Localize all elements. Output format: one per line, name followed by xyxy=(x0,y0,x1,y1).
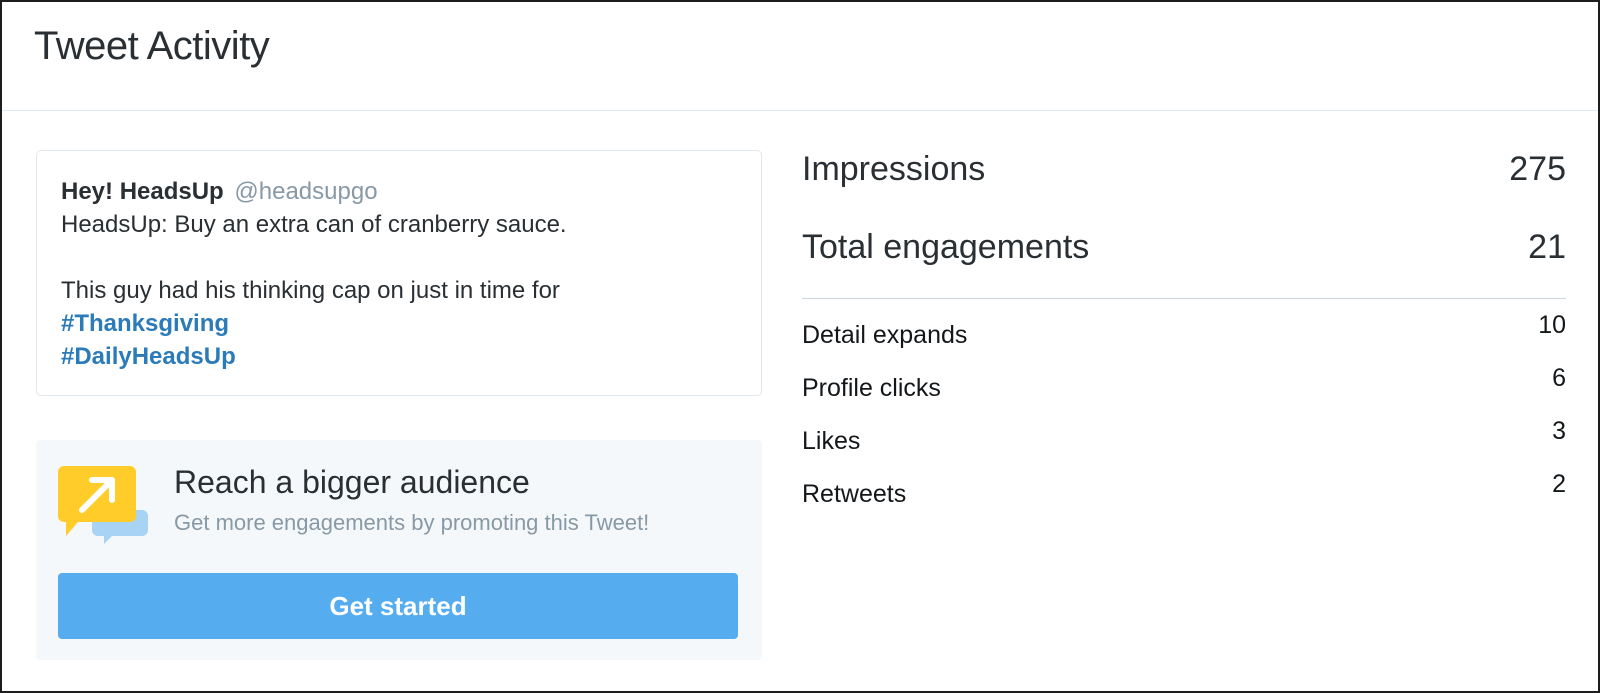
promote-tweet-card: Reach a bigger audience Get more engagem… xyxy=(36,440,762,660)
stat-profile-clicks-value: 6 xyxy=(1552,364,1566,392)
stat-likes: Likes 3 xyxy=(802,405,1566,458)
stat-detail-expands: Detail expands 10 xyxy=(802,299,1566,352)
stat-impressions-value: 275 xyxy=(1509,150,1566,188)
get-started-button[interactable]: Get started xyxy=(58,573,738,639)
tweet-author-name[interactable]: Hey! HeadsUp xyxy=(61,178,224,205)
stat-total-engagements-value: 21 xyxy=(1528,228,1566,266)
promo-subtitle: Get more engagements by promoting this T… xyxy=(174,510,650,535)
modal-title: Tweet Activity xyxy=(34,24,270,68)
hashtag-link-thanksgiving[interactable]: #Thanksgiving xyxy=(61,307,737,340)
tweet-card[interactable]: Hey! HeadsUp @headsupgo HeadsUp: Buy an … xyxy=(36,150,762,396)
tweet-author-handle[interactable]: @headsupgo xyxy=(234,178,377,205)
stat-likes-value: 3 xyxy=(1552,417,1566,445)
promote-arrow-chat-icon xyxy=(58,466,148,544)
hashtag-link-dailyheadsup[interactable]: #DailyHeadsUp xyxy=(61,340,737,373)
stat-total-engagements: Total engagements 21 xyxy=(802,220,1566,298)
stat-retweets: Retweets 2 xyxy=(802,458,1566,511)
stat-impressions-label: Impressions xyxy=(802,150,986,188)
tweet-text-line-1: HeadsUp: Buy an extra can of cranberry s… xyxy=(61,211,567,238)
stat-retweets-value: 2 xyxy=(1552,470,1566,498)
stat-impressions: Impressions 275 xyxy=(802,142,1566,220)
stat-detail-expands-label: Detail expands xyxy=(802,321,968,349)
stat-detail-expands-value: 10 xyxy=(1538,311,1566,339)
engagement-stats: Impressions 275 Total engagements 21 Det… xyxy=(802,142,1566,511)
tweet-activity-modal: Tweet Activity Hey! HeadsUp @headsupgo H… xyxy=(0,0,1600,693)
stat-profile-clicks: Profile clicks 6 xyxy=(802,352,1566,405)
promo-title: Reach a bigger audience xyxy=(174,464,530,500)
modal-header: Tweet Activity xyxy=(2,2,1598,111)
stat-likes-label: Likes xyxy=(802,427,861,455)
stat-retweets-label: Retweets xyxy=(802,480,907,508)
tweet-text-line-2: This guy had his thinking cap on just in… xyxy=(61,277,560,304)
tweet-author: Hey! HeadsUp @headsupgo xyxy=(61,175,737,208)
stat-total-engagements-label: Total engagements xyxy=(802,228,1090,266)
stat-profile-clicks-label: Profile clicks xyxy=(802,374,941,402)
